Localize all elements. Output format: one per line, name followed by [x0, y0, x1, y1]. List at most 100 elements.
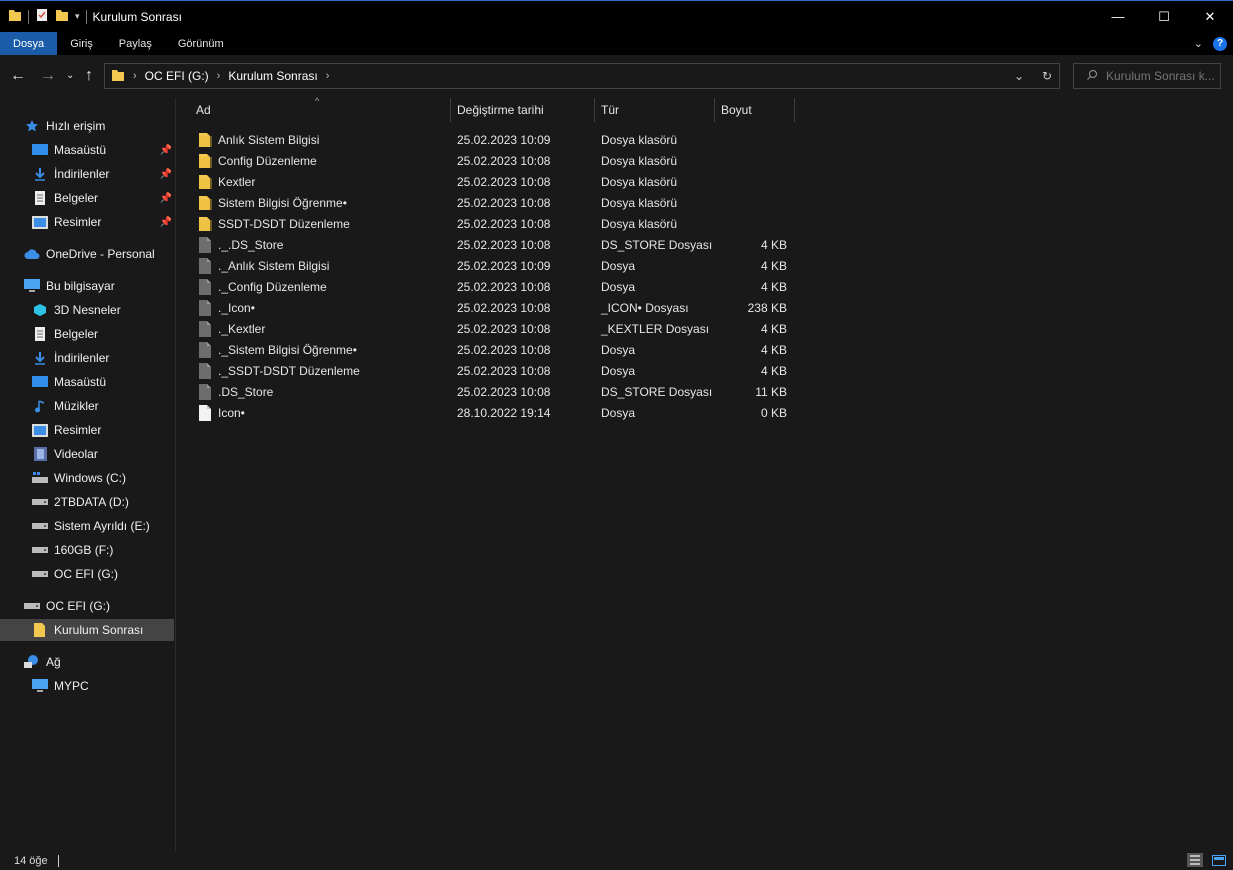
- file-name-cell[interactable]: ._Anlık Sistem Bilgisi: [199, 255, 329, 276]
- nav-quick-pictures[interactable]: Resimler 📌: [32, 211, 176, 233]
- address-history-icon[interactable]: ⌄: [1007, 69, 1031, 83]
- tab-gorunum[interactable]: Görünüm: [165, 32, 237, 55]
- up-arrow-icon[interactable]: ↑: [85, 67, 93, 85]
- nav-videos[interactable]: Videolar: [32, 443, 98, 465]
- maximize-button[interactable]: ☐: [1141, 1, 1187, 32]
- nav-drive-f[interactable]: 160GB (F:): [32, 539, 113, 561]
- nav-quick-access[interactable]: Hızlı erişim: [24, 115, 105, 137]
- nav-quick-downloads[interactable]: İndirilenler 📌: [32, 163, 176, 185]
- file-name-cell[interactable]: ._Icon•: [199, 297, 255, 318]
- column-header-name[interactable]: Ad: [196, 98, 211, 122]
- table-row[interactable]: ._Anlık Sistem Bilgisi 25.02.2023 10:09 Do…: [195, 255, 790, 276]
- file-date: 25.02.2023 10:08: [457, 300, 551, 315]
- forward-arrow-icon[interactable]: →: [40, 67, 56, 85]
- chevron-right-icon[interactable]: ›: [217, 70, 221, 82]
- file-name-cell[interactable]: Anlık Sistem Bilgisi: [199, 129, 319, 150]
- nav-onedrive[interactable]: OneDrive - Personal: [24, 243, 155, 265]
- file-name-cell[interactable]: ._Config Düzenleme: [199, 276, 327, 297]
- nav-drive-d[interactable]: 2TBDATA (D:): [32, 491, 129, 513]
- close-button[interactable]: ✕: [1187, 1, 1233, 32]
- table-row[interactable]: ._Icon• 25.02.2023 10:08 _ICON• Dosyası 238…: [195, 297, 790, 318]
- nav-downloads[interactable]: İndirilenler: [32, 347, 109, 369]
- nav-drive-c[interactable]: Windows (C:): [32, 467, 126, 489]
- tab-giris[interactable]: Giriş: [57, 32, 106, 55]
- expand-ribbon-icon[interactable]: ⌄: [1194, 37, 1203, 50]
- search-input[interactable]: [1106, 69, 1216, 83]
- nav-quick-documents[interactable]: Belgeler 📌: [32, 187, 176, 209]
- file-size: 238 KB: [747, 300, 787, 315]
- table-row[interactable]: Icon• 28.10.2022 19:14 Dosya 0 KB: [195, 402, 790, 423]
- file-name-cell[interactable]: Sistem Bilgisi Öğrenme•: [199, 192, 347, 213]
- video-icon: [32, 446, 48, 462]
- customize-toolbar-icon[interactable]: ▾: [75, 11, 80, 22]
- pin-icon[interactable]: 📌: [160, 217, 172, 228]
- file-name-cell[interactable]: ._Kextler: [199, 318, 265, 339]
- table-row[interactable]: ._Sistem Bilgisi Öğrenme• 25.02.2023 10:0…: [195, 339, 790, 360]
- file-type: Dosya klasörü: [601, 153, 678, 168]
- file-date: 28.10.2022 19:14: [457, 405, 551, 420]
- file-name-cell[interactable]: SSDT-DSDT Düzenleme: [199, 213, 350, 234]
- file-type: Dosya klasörü: [601, 216, 678, 231]
- nav-this-pc[interactable]: Bu bilgisayar: [24, 275, 115, 297]
- column-header-date[interactable]: Değiştirme tarihi: [457, 98, 544, 122]
- table-row[interactable]: .DS_Store 25.02.2023 10:08 DS_STORE Dosyas…: [195, 381, 790, 402]
- table-row[interactable]: Config Düzenleme 25.02.2023 10:08 Dosya kl…: [195, 150, 790, 171]
- file-name-cell[interactable]: ._.DS_Store: [199, 234, 283, 255]
- details-view-icon[interactable]: [1187, 853, 1203, 867]
- tab-dosya[interactable]: Dosya: [0, 32, 58, 55]
- table-row[interactable]: Anlık Sistem Bilgisi 25.02.2023 10:09 Dosy…: [195, 129, 790, 150]
- nav-drive-g[interactable]: OC EFI (G:): [32, 563, 118, 585]
- nav-oc-efi[interactable]: OC EFI (G:): [24, 595, 110, 617]
- drive-icon: [32, 542, 48, 558]
- help-icon[interactable]: ?: [1213, 36, 1227, 51]
- properties-icon[interactable]: [35, 8, 49, 25]
- table-row[interactable]: Kextler 25.02.2023 10:08 Dosya klasörü: [195, 171, 790, 192]
- pin-icon[interactable]: 📌: [160, 169, 172, 180]
- address-bar[interactable]: › OC EFI (G:) › Kurulum Sonrası › ⌄ ↻: [104, 63, 1060, 89]
- table-row[interactable]: ._.DS_Store 25.02.2023 10:08 DS_STORE Dosy…: [195, 234, 790, 255]
- nav-kurulum-sonrasi[interactable]: Kurulum Sonrası: [0, 619, 174, 641]
- table-row[interactable]: Sistem Bilgisi Öğrenme• 25.02.2023 10:08 D…: [195, 192, 790, 213]
- new-folder-icon[interactable]: [55, 8, 69, 25]
- file-name-cell[interactable]: ._SSDT-DSDT Düzenleme: [199, 360, 360, 381]
- file-name-cell[interactable]: Config Düzenleme: [199, 150, 317, 171]
- nav-desktop[interactable]: Masaüstü: [32, 371, 106, 393]
- download-icon: [32, 350, 48, 366]
- file-name-cell[interactable]: Kextler: [199, 171, 255, 192]
- column-divider[interactable]: [594, 98, 595, 122]
- column-divider[interactable]: [450, 98, 451, 122]
- search-box[interactable]: [1073, 63, 1221, 89]
- chevron-right-icon[interactable]: ›: [133, 70, 137, 82]
- refresh-icon[interactable]: ↻: [1035, 69, 1059, 83]
- nav-music[interactable]: Müzikler: [32, 395, 99, 417]
- nav-quick-desktop[interactable]: Masaüstü 📌: [32, 139, 176, 161]
- file-name-cell[interactable]: .DS_Store: [199, 381, 273, 402]
- recent-locations-icon[interactable]: ⌄: [66, 67, 74, 85]
- chevron-right-icon[interactable]: ›: [326, 70, 330, 82]
- nav-pictures[interactable]: Resimler: [32, 419, 101, 441]
- pin-icon[interactable]: 📌: [160, 193, 172, 204]
- pin-icon[interactable]: 📌: [160, 145, 172, 156]
- column-header-type[interactable]: Tür: [601, 98, 619, 122]
- column-divider[interactable]: [794, 98, 795, 122]
- table-row[interactable]: ._Kextler 25.02.2023 10:08 _KEXTLER Dosyas…: [195, 318, 790, 339]
- column-header-size[interactable]: Boyut: [721, 98, 752, 122]
- nav-network[interactable]: Ağ: [24, 651, 61, 673]
- file-name-cell[interactable]: Icon•: [199, 402, 245, 423]
- file-name-cell[interactable]: ._Sistem Bilgisi Öğrenme•: [199, 339, 357, 360]
- column-divider[interactable]: [714, 98, 715, 122]
- breadcrumb-folder[interactable]: Kurulum Sonrası: [228, 69, 317, 83]
- table-row[interactable]: SSDT-DSDT Düzenleme 25.02.2023 10:08 Dosya…: [195, 213, 790, 234]
- nav-drive-e[interactable]: Sistem Ayrıldı (E:): [32, 515, 150, 537]
- nav-label: Müzikler: [54, 399, 99, 413]
- table-row[interactable]: ._SSDT-DSDT Düzenleme 25.02.2023 10:08 Dos…: [195, 360, 790, 381]
- minimize-button[interactable]: —: [1095, 1, 1141, 32]
- breadcrumb-drive[interactable]: OC EFI (G:): [145, 69, 209, 83]
- nav-3d-objects[interactable]: 3D Nesneler: [32, 299, 121, 321]
- tab-paylas[interactable]: Paylaş: [106, 32, 165, 55]
- table-row[interactable]: ._Config Düzenleme 25.02.2023 10:08 Dosya 4…: [195, 276, 790, 297]
- nav-mypc[interactable]: MYPC: [32, 675, 89, 697]
- nav-documents[interactable]: Belgeler: [32, 323, 98, 345]
- back-arrow-icon[interactable]: ←: [10, 67, 26, 85]
- large-icons-view-icon[interactable]: [1211, 853, 1227, 867]
